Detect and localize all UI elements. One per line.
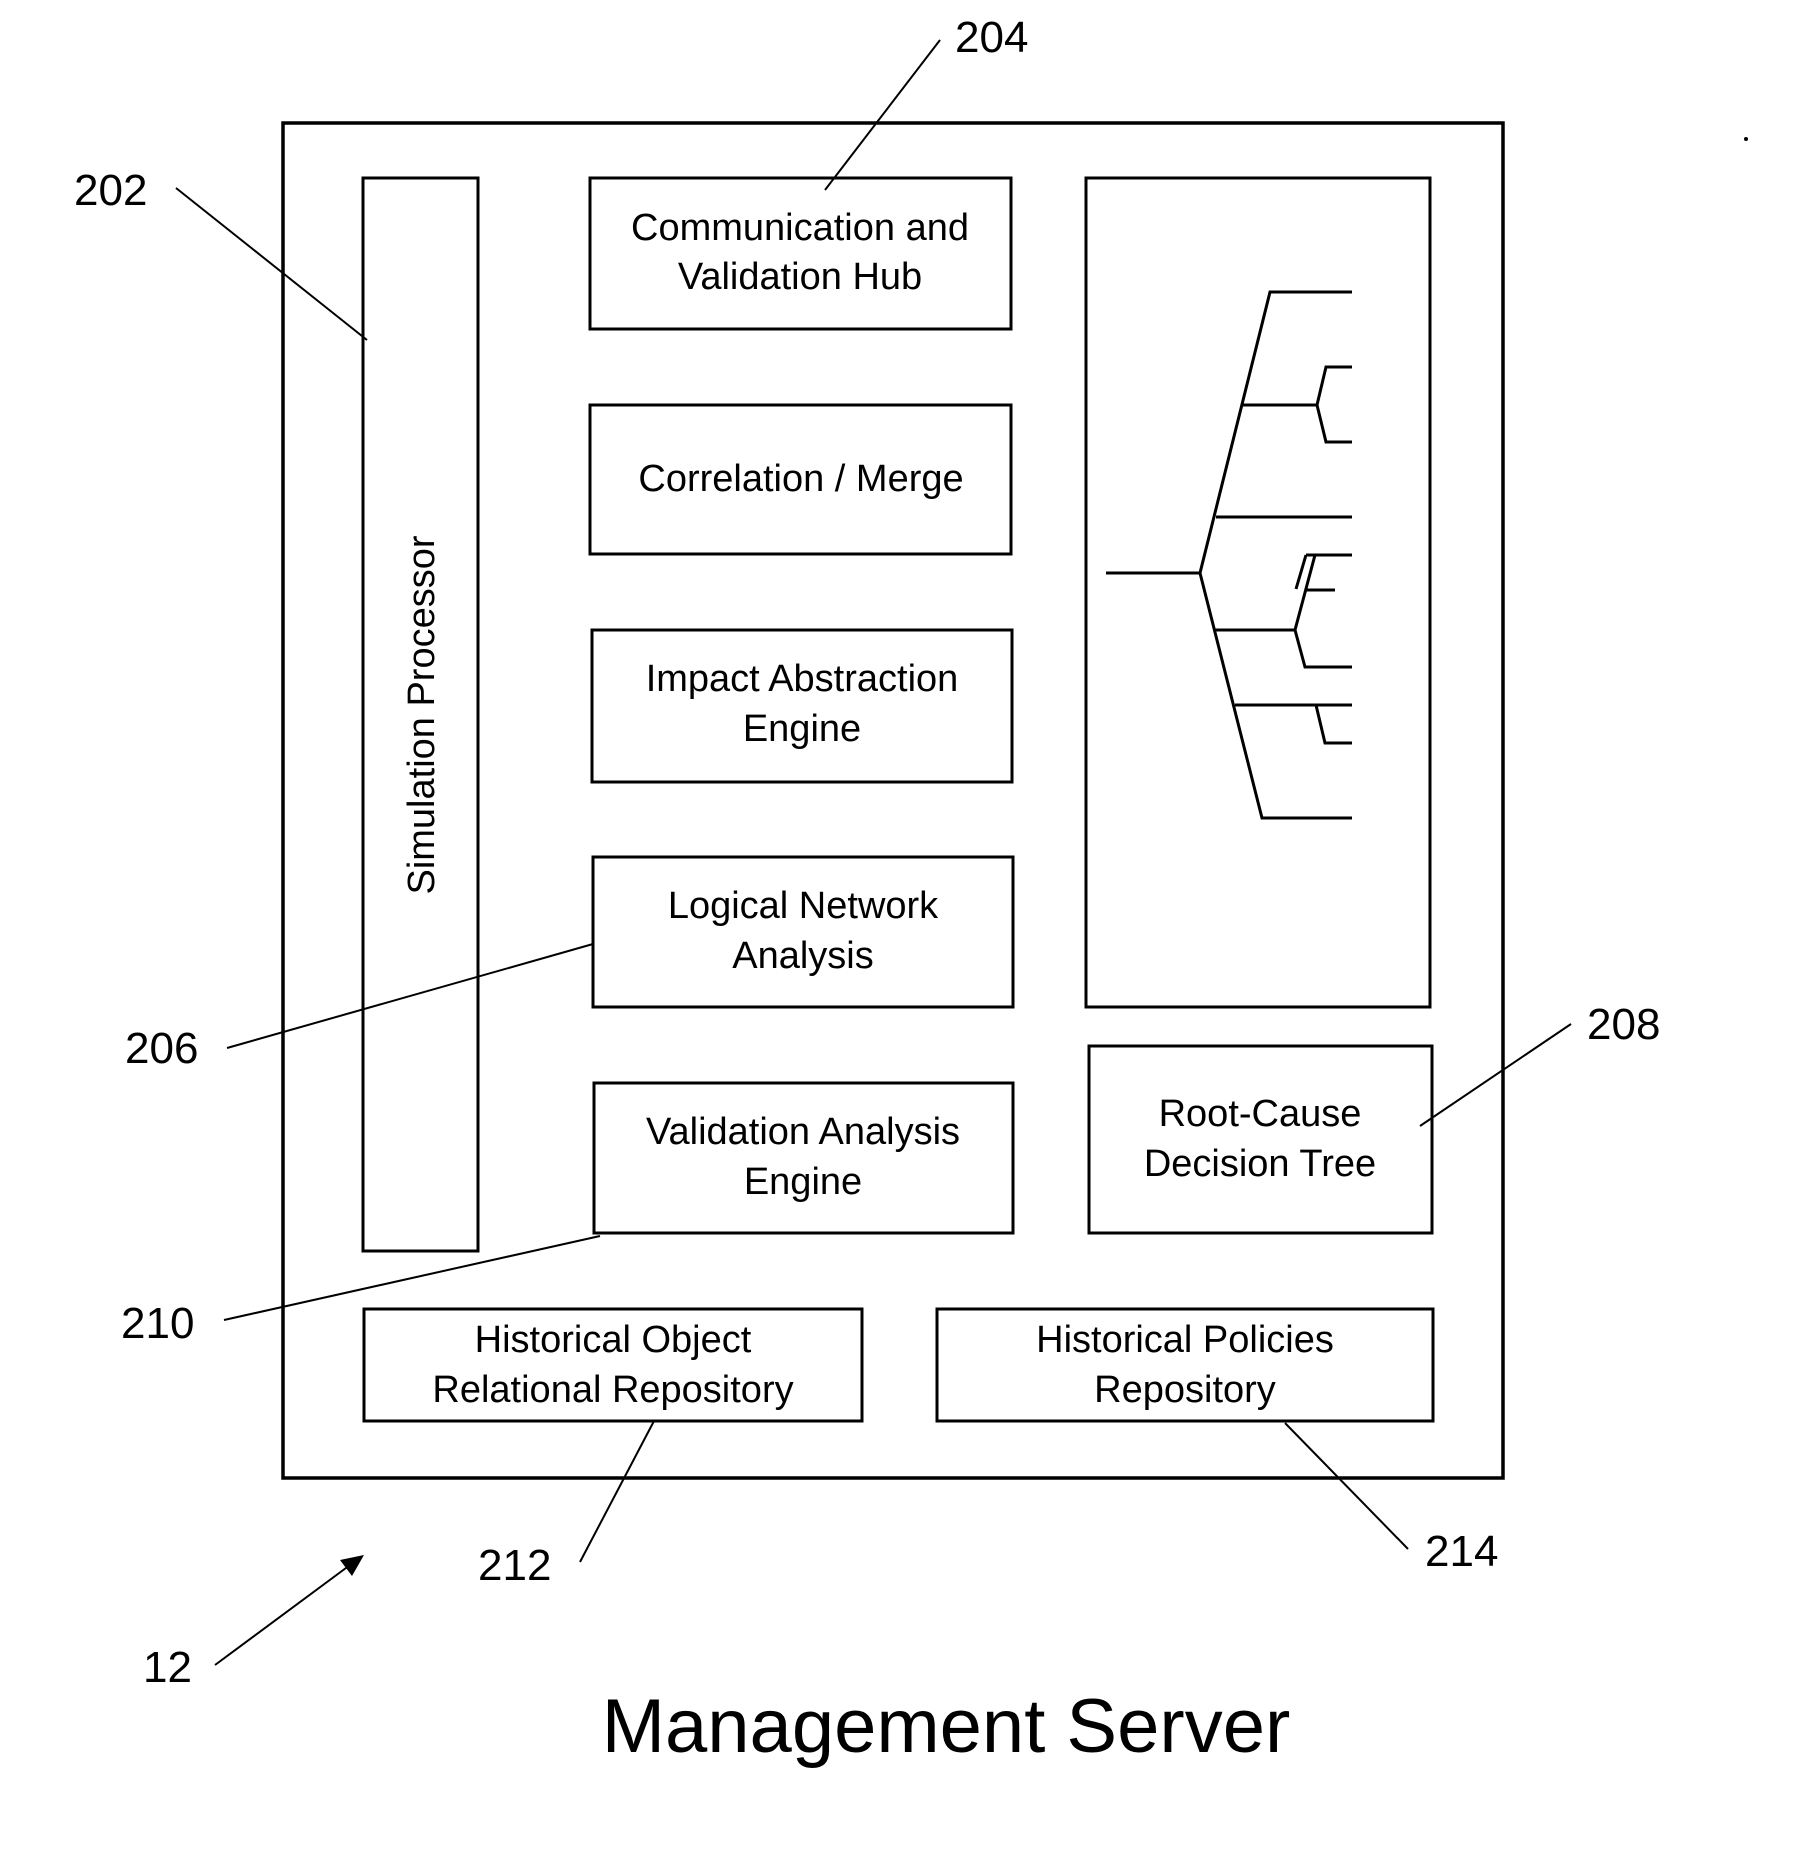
ref-212-leader bbox=[579, 1420, 655, 1563]
simulation-processor-label: Simulation Processor bbox=[401, 535, 443, 894]
figure-title: Management Server bbox=[602, 1684, 1291, 1769]
validation-analysis-block: Validation Analysis Engine bbox=[592, 1081, 1015, 1235]
historical-policies-label-line2: Repository bbox=[1094, 1369, 1276, 1411]
historical-object-label-line1: Historical Object bbox=[475, 1319, 752, 1361]
decision-tree-panel bbox=[1084, 176, 1432, 1009]
validation-analysis-label-line1: Validation Analysis bbox=[646, 1111, 960, 1153]
diagram-canvas: Simulation Processor Communication and V… bbox=[74, 13, 1748, 1769]
impact-abstraction-block: Impact Abstraction Engine bbox=[590, 628, 1014, 784]
historical-policies-label-line1: Historical Policies bbox=[1036, 1319, 1334, 1361]
comm-hub-block: Communication and Validation Hub bbox=[588, 176, 1013, 331]
impact-abstraction-label-line1: Impact Abstraction bbox=[646, 658, 959, 700]
ref-202-leader bbox=[175, 187, 368, 341]
logical-network-label-line1: Logical Network bbox=[668, 885, 939, 927]
historical-object-block: Historical Object Relational Repository bbox=[362, 1307, 864, 1423]
ref-214: 214 bbox=[1284, 1422, 1498, 1576]
simulation-processor-block: Simulation Processor bbox=[361, 176, 480, 1253]
ref-206-label: 206 bbox=[125, 1024, 198, 1073]
ref-212: 212 bbox=[478, 1420, 655, 1590]
ref-212-label: 212 bbox=[478, 1541, 551, 1590]
arrow-head-icon bbox=[340, 1555, 364, 1576]
ref-208-label: 208 bbox=[1587, 1000, 1660, 1049]
validation-analysis-label-line2: Engine bbox=[744, 1161, 862, 1203]
historical-object-label-line2: Relational Repository bbox=[432, 1369, 793, 1411]
root-cause-label-line2: Decision Tree bbox=[1144, 1143, 1376, 1185]
ref-214-leader bbox=[1284, 1422, 1409, 1550]
root-cause-label-line1: Root-Cause bbox=[1159, 1093, 1362, 1135]
figure-ref-label: 12 bbox=[143, 1643, 192, 1692]
ref-204: 204 bbox=[824, 13, 1028, 191]
ref-208: 208 bbox=[1419, 1000, 1660, 1127]
impact-abstraction-label-line2: Engine bbox=[743, 708, 861, 750]
ref-208-leader bbox=[1419, 1023, 1572, 1127]
historical-policies-block: Historical Policies Repository bbox=[935, 1307, 1435, 1423]
logical-network-label-line2: Analysis bbox=[732, 935, 874, 977]
ref-202-label: 202 bbox=[74, 166, 147, 215]
root-cause-block: Root-Cause Decision Tree bbox=[1087, 1044, 1434, 1235]
ref-204-leader bbox=[824, 39, 941, 191]
ref-204-label: 204 bbox=[955, 13, 1028, 62]
correlation-merge-label: Correlation / Merge bbox=[638, 458, 963, 500]
ref-214-label: 214 bbox=[1425, 1527, 1498, 1576]
scan-artifact-dot bbox=[1744, 137, 1748, 141]
figure-ref-arrow-shaft bbox=[214, 1564, 351, 1666]
ref-206: 206 bbox=[125, 943, 594, 1073]
correlation-merge-block: Correlation / Merge bbox=[588, 403, 1013, 556]
ref-202: 202 bbox=[74, 166, 368, 341]
logical-network-block: Logical Network Analysis bbox=[591, 855, 1015, 1009]
comm-hub-label-line2: Validation Hub bbox=[678, 256, 922, 298]
ref-210-label: 210 bbox=[121, 1299, 194, 1348]
ref-12: 12 bbox=[143, 1555, 364, 1692]
comm-hub-label-line1: Communication and bbox=[631, 207, 969, 249]
